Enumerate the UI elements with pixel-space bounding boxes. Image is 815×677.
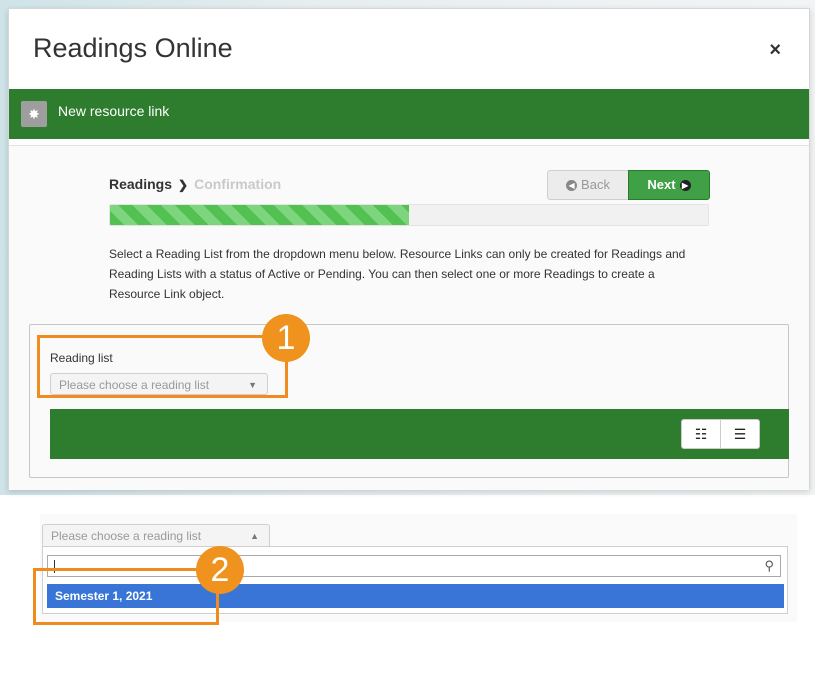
progress-bar-fill	[110, 205, 409, 225]
callout-highlight-2	[33, 568, 219, 625]
reading-list-placeholder-open: Please choose a reading list	[51, 529, 202, 543]
resource-link-title: New resource link	[58, 103, 170, 119]
list-view-button[interactable]: ☰	[721, 419, 760, 449]
next-button[interactable]: Next ▶	[628, 170, 710, 200]
chevron-right-icon: ❯	[178, 178, 189, 192]
grid-icon: ☷	[694, 426, 708, 442]
callout-badge-2: 2	[196, 546, 244, 594]
modal-title: Readings Online	[33, 33, 233, 63]
back-button[interactable]: ◀ Back	[547, 170, 629, 200]
search-icon: ⚲	[764, 558, 774, 573]
readings-toolbar: ☷ ☰	[50, 409, 789, 459]
step-confirmation: Confirmation	[194, 176, 282, 192]
wizard-steps: Readings ❯ Confirmation	[109, 176, 281, 192]
grid-view-button[interactable]: ☷	[681, 419, 721, 449]
back-button-label: Back	[581, 177, 610, 192]
reading-list-select-open[interactable]: Please choose a reading list ▲	[42, 524, 270, 546]
step-readings: Readings	[109, 176, 173, 192]
arrow-left-icon: ◀	[566, 180, 578, 192]
chevron-up-icon: ▲	[250, 531, 259, 541]
resource-link-icon: ✸	[21, 101, 47, 127]
close-button[interactable]: ×	[769, 39, 781, 62]
instructions-text: Select a Reading List from the dropdown …	[109, 247, 686, 301]
callout-highlight-1	[37, 335, 288, 398]
view-toggle: ☷ ☰	[681, 419, 760, 449]
arrow-right-icon: ▶	[679, 180, 691, 192]
readings-online-modal: Readings Online × ✸ New resource link Re…	[8, 8, 810, 490]
list-icon: ☰	[733, 426, 747, 442]
resource-link-header: ✸ New resource link	[9, 89, 809, 139]
progress-bar	[109, 204, 709, 226]
callout-badge-1: 1	[262, 314, 310, 362]
next-button-label: Next	[647, 177, 676, 192]
wizard-panel: Readings ❯ Confirmation ◀ Back Next ▶ Select…	[9, 145, 809, 490]
